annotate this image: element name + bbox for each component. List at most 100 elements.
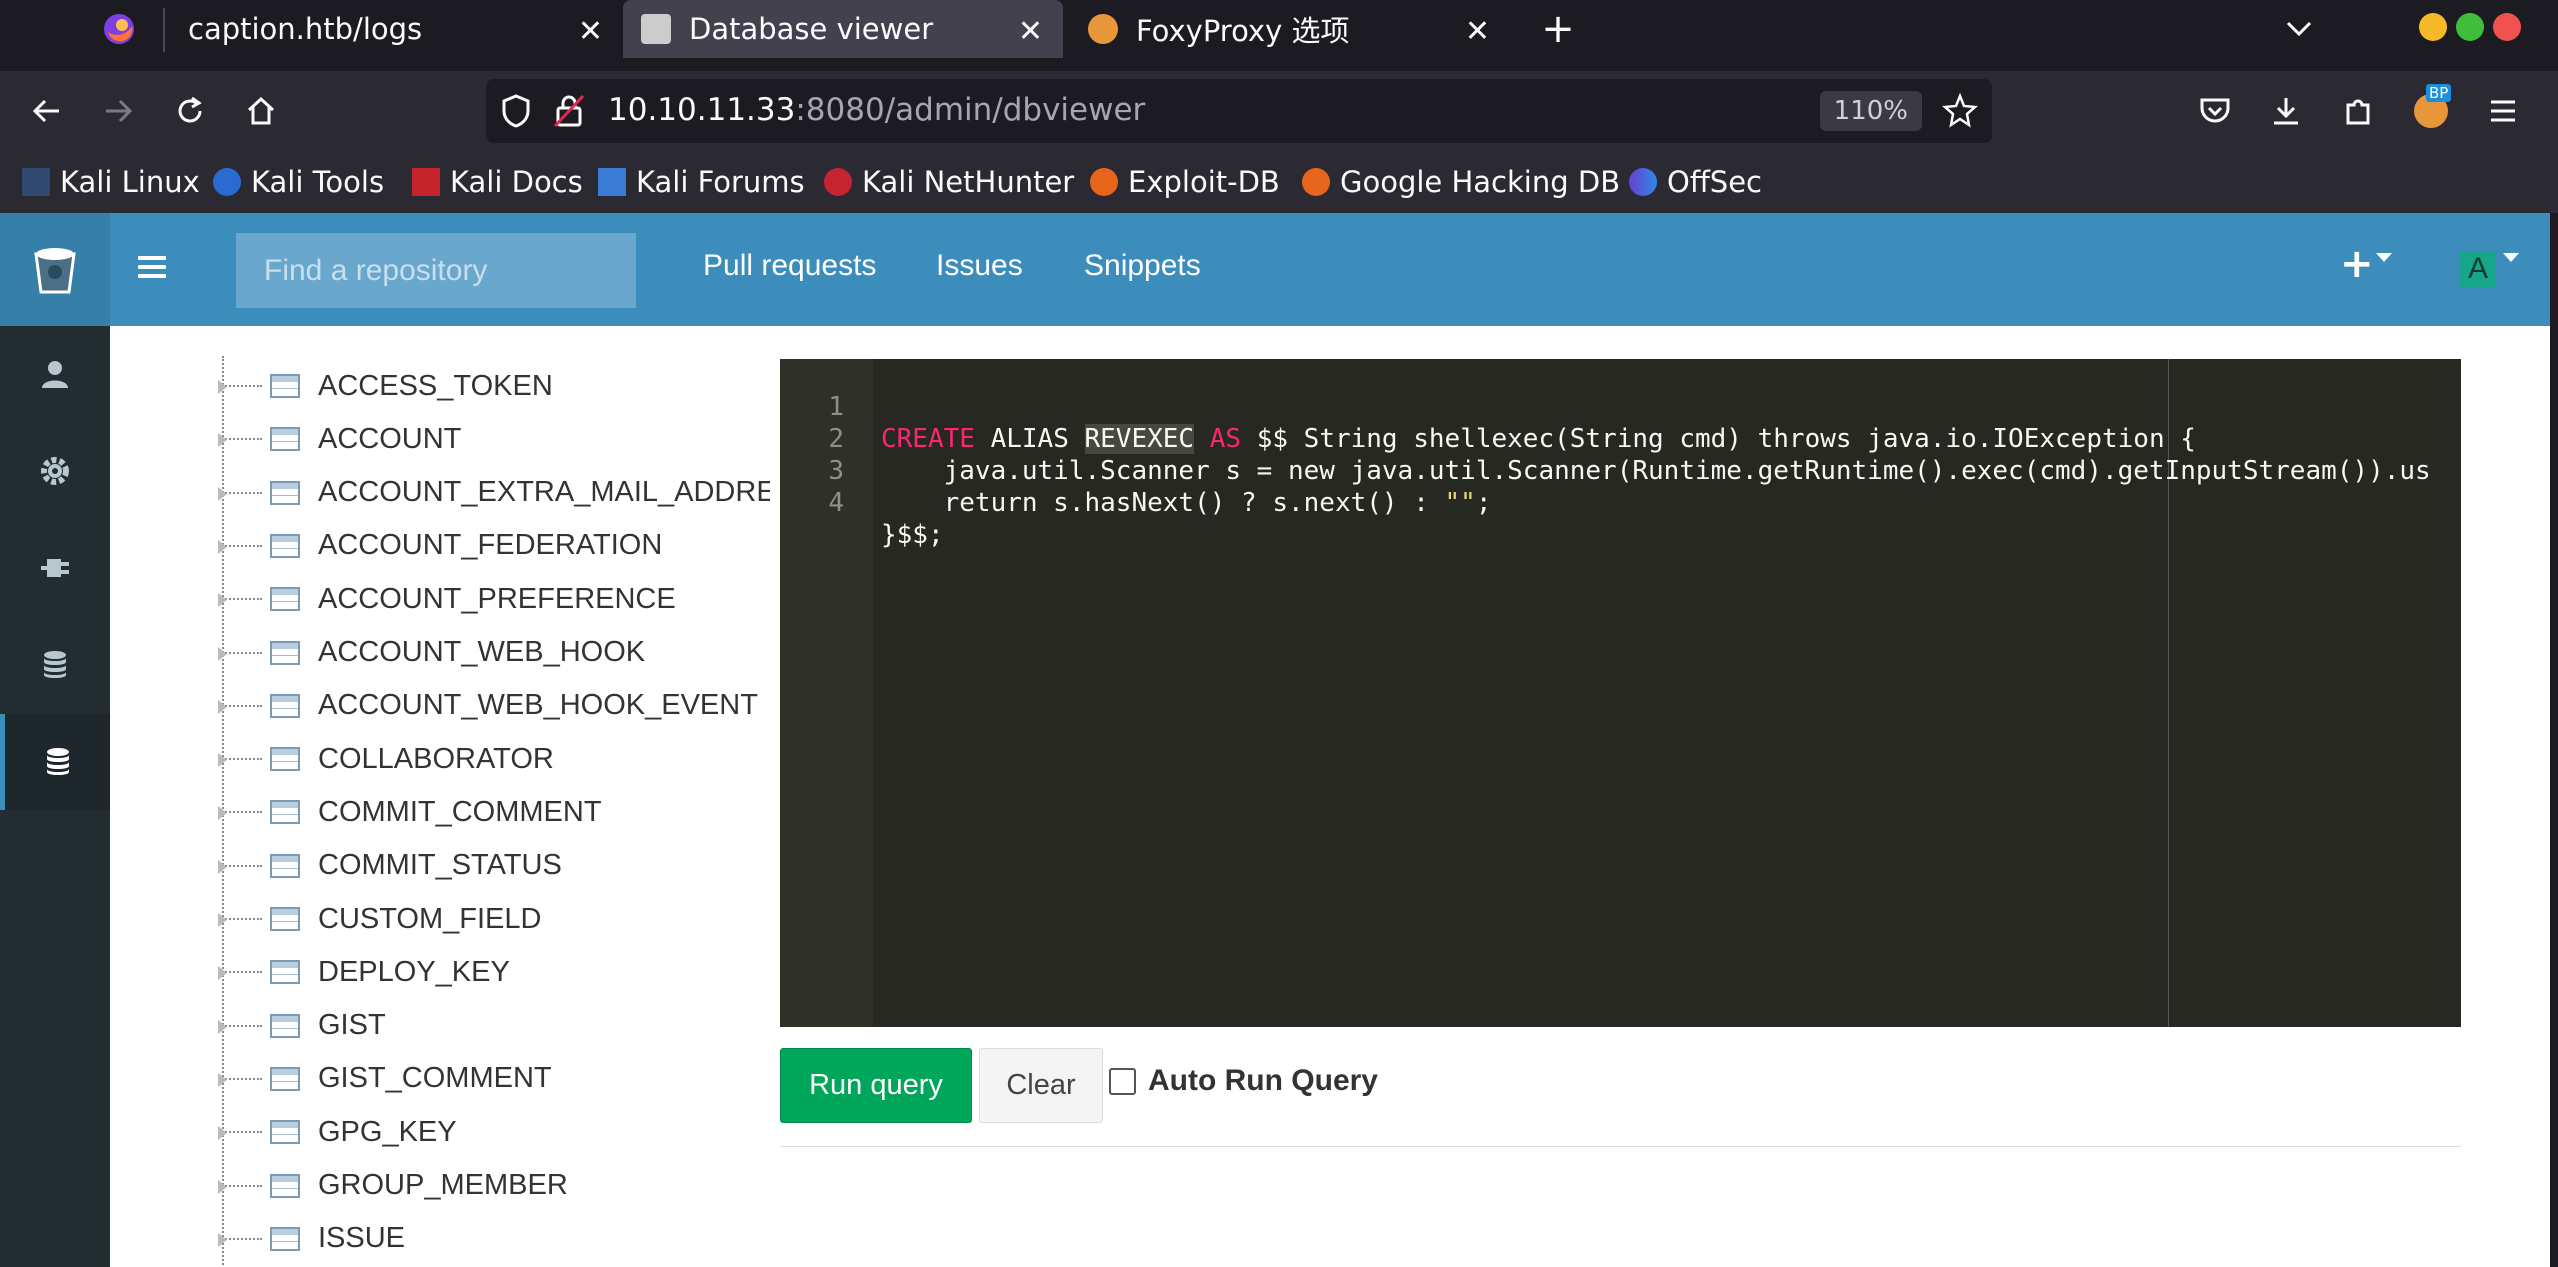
back-arrow-icon[interactable] (22, 86, 72, 136)
auto-run-query-toggle[interactable]: Auto Run Query (1109, 1064, 1378, 1098)
tab-database-viewer[interactable]: Database viewer ✕ (623, 0, 1063, 58)
chevron-down-icon[interactable] (2503, 253, 2519, 262)
sidebar-toggle-icon[interactable] (138, 251, 174, 287)
table-tree-item[interactable]: DEPLOY_KEY (218, 945, 510, 999)
table-tree-item[interactable]: COLLABORATOR (218, 732, 554, 786)
code-line[interactable]: 2 java.util.Scanner s = new java.util.Sc… (780, 391, 2461, 486)
table-tree-item[interactable]: COMMIT_COMMENT (218, 785, 602, 839)
table-tree-item[interactable]: ACCOUNT_PREFERENCE (218, 572, 676, 626)
table-tree-item[interactable]: CUSTOM_FIELD (218, 892, 541, 946)
insecure-lock-icon[interactable] (552, 93, 586, 133)
window-maximize-button[interactable] (2456, 13, 2484, 41)
tab-title: caption.htb/logs (188, 12, 423, 46)
bookmark-exploit-db[interactable]: Exploit-DB (1090, 163, 1280, 201)
bookmark-kali-forums[interactable]: Kali Forums (598, 163, 805, 201)
address-bar[interactable]: 10.10.11.33:8080/admin/dbviewer 110% (486, 79, 1992, 143)
repository-search-input[interactable] (236, 233, 636, 308)
expand-arrow-icon[interactable] (218, 1179, 227, 1194)
table-tree-item[interactable]: GPG_KEY (218, 1105, 457, 1159)
table-tree-item[interactable]: ACCOUNT_WEB_HOOK (218, 626, 645, 680)
expand-arrow-icon[interactable] (218, 380, 227, 394)
sidebar-item-users[interactable] (0, 326, 110, 422)
bookmark-label: OffSec (1667, 165, 1763, 199)
sidebar-item-system[interactable] (0, 617, 110, 713)
app-menu-icon[interactable] (2478, 86, 2528, 136)
expand-arrow-icon[interactable] (218, 1072, 227, 1087)
foxyproxy-icon (1088, 14, 1118, 44)
expand-arrow-icon[interactable] (218, 1232, 227, 1247)
firefox-menu-icon[interactable] (94, 4, 144, 54)
shield-icon[interactable] (500, 93, 532, 133)
table-tree-item[interactable]: GIST_COMMENT (218, 1052, 552, 1106)
code-line[interactable]: 3 return s.hasNext() ? s.next() : ""; (780, 423, 2461, 518)
nav-pull-requests[interactable]: Pull requests (703, 249, 876, 283)
clear-button[interactable]: Clear (979, 1048, 1103, 1123)
downloads-icon[interactable] (2261, 86, 2311, 136)
bookmark-kali-linux[interactable]: Kali Linux (22, 163, 200, 201)
expand-arrow-icon[interactable] (218, 593, 227, 608)
expand-arrow-icon[interactable] (218, 1019, 227, 1034)
close-icon[interactable]: ✕ (578, 14, 603, 49)
window-close-button[interactable] (2493, 13, 2521, 41)
expand-arrow-icon[interactable] (218, 699, 227, 714)
expand-arrow-icon[interactable] (218, 753, 227, 768)
sidebar-item-plugins[interactable] (0, 520, 110, 616)
burp-extension-icon[interactable]: BP (2406, 84, 2456, 136)
tab-caption-logs[interactable]: caption.htb/logs ✕ (168, 0, 623, 58)
nav-snippets[interactable]: Snippets (1084, 249, 1201, 283)
window-minimize-button[interactable] (2419, 13, 2447, 41)
table-tree-item[interactable]: ACCOUNT (218, 412, 461, 466)
code-line[interactable]: 1 CREATE ALIAS REVEXEC AS $$ String shel… (780, 359, 2461, 454)
expand-arrow-icon[interactable] (218, 539, 227, 554)
reload-icon[interactable] (165, 86, 215, 136)
bookmark-star-icon[interactable] (1941, 92, 1979, 133)
avatar[interactable]: A (2460, 251, 2496, 287)
url-host: 10.10.11.33 (608, 92, 796, 128)
expand-arrow-icon[interactable] (218, 486, 227, 501)
auto-run-checkbox[interactable] (1109, 1067, 1136, 1095)
expand-arrow-icon[interactable] (218, 966, 227, 981)
code-line[interactable]: 4 }$$; (780, 455, 2461, 550)
bookmark-kali-docs[interactable]: Kali Docs (412, 163, 583, 201)
gitbucket-logo[interactable] (0, 213, 110, 326)
chevron-down-icon[interactable] (2376, 253, 2392, 262)
forward-arrow-icon[interactable] (93, 86, 143, 136)
create-new-plus-icon[interactable]: + (2340, 241, 2374, 287)
table-tree-item[interactable]: COMMIT_STATUS (218, 839, 562, 893)
sql-editor[interactable]: 1 CREATE ALIAS REVEXEC AS $$ String shel… (780, 359, 2461, 1027)
run-query-button[interactable]: Run query (780, 1048, 972, 1123)
expand-arrow-icon[interactable] (218, 806, 227, 821)
bookmark-google-hacking-db[interactable]: Google Hacking DB (1302, 163, 1620, 201)
expand-arrow-icon[interactable] (218, 433, 227, 448)
zoom-level-badge[interactable]: 110% (1819, 91, 1922, 131)
extensions-puzzle-icon[interactable] (2333, 86, 2383, 136)
nav-issues[interactable]: Issues (936, 249, 1023, 283)
bookmark-kali-nethunter[interactable]: Kali NetHunter (824, 163, 1074, 201)
home-icon[interactable] (236, 86, 286, 136)
close-icon[interactable]: ✕ (1465, 14, 1490, 49)
tree-connector (222, 971, 262, 974)
table-tree-item[interactable]: ACCOUNT_FEDERATION (218, 519, 662, 573)
table-tree-item[interactable]: ACCESS_TOKEN (218, 359, 553, 413)
expand-arrow-icon[interactable] (218, 859, 227, 874)
table-icon (270, 800, 300, 825)
table-tree-item[interactable]: ACCOUNT_EXTRA_MAIL_ADDRESS (218, 466, 770, 520)
bookmark-kali-tools[interactable]: Kali Tools (213, 163, 384, 201)
close-icon[interactable]: ✕ (1018, 14, 1043, 49)
table-tree-item[interactable]: GIST (218, 999, 386, 1053)
sidebar-item-database-viewer[interactable] (0, 714, 110, 810)
list-all-tabs-chevron-icon[interactable] (2274, 4, 2324, 54)
new-tab-plus-icon[interactable]: + (1533, 4, 1583, 54)
sidebar-item-settings[interactable] (0, 423, 110, 519)
expand-arrow-icon[interactable] (218, 913, 227, 927)
pocket-icon[interactable] (2190, 86, 2240, 136)
tab-foxyproxy[interactable]: FoxyProxy 选项 ✕ (1070, 0, 1510, 58)
expand-arrow-icon[interactable] (218, 1126, 227, 1141)
table-tree-item[interactable]: ACCOUNT_WEB_HOOK_EVENT (218, 679, 758, 733)
expand-arrow-icon[interactable] (218, 646, 227, 661)
url-text[interactable]: 10.10.11.33:8080/admin/dbviewer (608, 92, 1145, 128)
bookmark-offsec[interactable]: OffSec (1629, 163, 1762, 201)
table-tree-item[interactable]: GROUP_MEMBER (218, 1159, 568, 1213)
table-tree-item[interactable]: ISSUE (218, 1212, 405, 1266)
table-name: COMMIT_COMMENT (318, 795, 602, 828)
